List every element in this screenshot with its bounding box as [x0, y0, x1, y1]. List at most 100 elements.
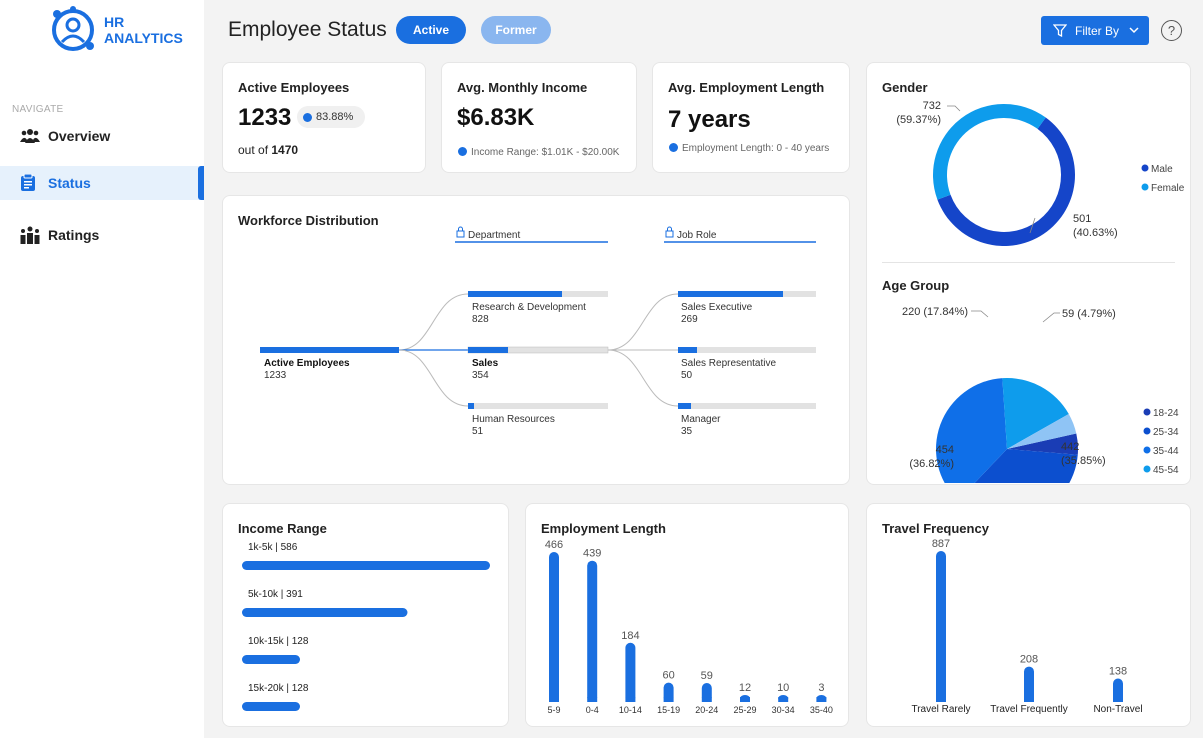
- tree-node-label: Sales Executive: [681, 302, 753, 313]
- legend-label: 35-44: [1153, 446, 1179, 457]
- legend-swatch-male: [1141, 164, 1149, 172]
- help-icon[interactable]: ?: [1161, 20, 1182, 41]
- gender-female-percent: (40.63%): [1073, 227, 1118, 239]
- kpi-card-employment-length: Avg. Employment Length 7 years Employmen…: [652, 62, 850, 173]
- data-label: 184: [621, 630, 639, 642]
- filter-label: Filter By: [1075, 23, 1120, 38]
- age-label: (35.85%): [1061, 455, 1106, 467]
- tree-bar-sales: [468, 347, 508, 353]
- data-label: 208: [1020, 654, 1038, 666]
- tree-bar-track: [468, 403, 608, 409]
- travel-frequency-bar-chart[interactable]: 887 Travel Rarely 208 Travel Frequently 138 N…: [867, 504, 1192, 728]
- tree-bar-hr: [468, 403, 474, 409]
- tree-bar-root: [260, 347, 399, 353]
- tenure-bar-base: [663, 697, 674, 702]
- logo-icon: [52, 6, 94, 51]
- legend-swatch: [1143, 465, 1151, 473]
- travel-bar-base: [936, 697, 946, 702]
- brand-line2: ANALYTICS: [104, 30, 183, 46]
- travel-bar[interactable]: [936, 551, 946, 702]
- tree-node-label: Research & Development: [472, 302, 586, 313]
- employment-length-card: Employment Length 466 5-9 439 0-4 184 10-14 60…: [525, 503, 849, 727]
- status-dot: [669, 143, 678, 152]
- tenure-bar-base: [587, 697, 598, 702]
- status-dot: [303, 112, 312, 122]
- gender-donut-chart[interactable]: 732 (59.37%) 501 (40.63%) Male Female: [867, 63, 1192, 263]
- tenure-bar[interactable]: [625, 642, 636, 702]
- filter-icon: [1053, 24, 1067, 37]
- legend-label-male: Male: [1151, 164, 1173, 175]
- tree-node-label: Sales Representative: [681, 358, 776, 369]
- tree-node-value: 828: [472, 314, 489, 325]
- brand-logo: HR ANALYTICS: [50, 6, 183, 54]
- legend-swatch: [1143, 446, 1151, 454]
- bar-label: 1k-5k | 586: [248, 542, 298, 553]
- percent-badge: 83.88%: [297, 106, 366, 128]
- tree-node-value: 354: [472, 370, 489, 381]
- income-bar[interactable]: [242, 608, 408, 617]
- tree-node-label: Manager: [681, 414, 721, 425]
- nav-item-label: Ratings: [48, 227, 100, 243]
- clipboard-icon: [20, 174, 40, 192]
- kpi-card-monthly-income: Avg. Monthly Income $6.83K Income Range:…: [441, 62, 637, 173]
- income-range-bar-chart[interactable]: 1k-5k | 586 5k-10k | 391 10k-15k | 128 15k-…: [223, 504, 510, 728]
- tenure-bar-base: [740, 697, 750, 702]
- tree-node-label: Human Resources: [472, 414, 555, 425]
- tree-node-label: Sales: [472, 358, 499, 369]
- employment-length-bar-chart[interactable]: 466 5-9 439 0-4 184 10-14 60 15-19 59 20-24 12 25-2…: [526, 504, 850, 728]
- nav-item-label: Overview: [48, 128, 111, 144]
- kpi-note: Income Range: $1.01K - $20.00K: [458, 147, 619, 158]
- filter-button[interactable]: Filter By: [1041, 16, 1149, 45]
- nav-item-status[interactable]: Status: [0, 166, 204, 200]
- age-label: 442: [1061, 441, 1079, 453]
- sidebar: HR ANALYTICS NAVIGATE Overview Status Ra…: [0, 0, 204, 738]
- legend-swatch-female: [1141, 183, 1149, 191]
- tenure-bar-base: [816, 697, 827, 702]
- data-label: 466: [545, 539, 563, 551]
- income-bar[interactable]: [242, 702, 300, 711]
- age-label: 454: [936, 444, 954, 456]
- tenure-bar-base: [778, 697, 789, 702]
- tick-label: 10-14: [619, 705, 642, 715]
- tenure-bar[interactable]: [587, 560, 598, 702]
- former-toggle-button[interactable]: Former: [481, 16, 551, 44]
- decomposition-tree[interactable]: Department Job Role Active Employees 123…: [223, 196, 851, 486]
- chevron-down-icon: [1129, 27, 1139, 34]
- out-of-label: out of: [238, 143, 269, 157]
- donut-slice-female[interactable]: [933, 103, 1046, 200]
- data-label: 3: [818, 682, 824, 694]
- tree-node-value: 50: [681, 370, 693, 381]
- kpi-card-active-employees: Active Employees 1233 83.88% out of 1470: [222, 62, 426, 173]
- percent-value: 83.88%: [316, 111, 354, 123]
- kpi-title: Avg. Employment Length: [668, 80, 825, 95]
- kpi-value: 1233: [238, 104, 292, 131]
- income-bar[interactable]: [242, 561, 490, 570]
- nav-item-overview[interactable]: Overview: [0, 119, 204, 153]
- out-of-value: 1470: [271, 143, 299, 157]
- tenure-bar-base: [701, 697, 712, 702]
- income-bar[interactable]: [242, 655, 300, 664]
- tree-bar-sales-representative: [678, 347, 697, 353]
- active-toggle-button[interactable]: Active: [396, 16, 466, 44]
- age-label: (36.82%): [909, 458, 954, 470]
- income-range-card: Income Range 1k-5k | 586 5k-10k | 391 10k-…: [222, 503, 509, 727]
- age-group-pie-chart[interactable]: 220 (17.84%) 59 (4.79%) 454 (36.82%) 442…: [867, 273, 1192, 483]
- nav-item-label: Status: [48, 175, 91, 191]
- lock-icon: [456, 226, 465, 238]
- tick-label: Travel Rarely: [911, 704, 970, 715]
- tree-bar-manager: [678, 403, 691, 409]
- tick-label: 0-4: [586, 705, 599, 715]
- brand-line1: HR: [104, 14, 125, 30]
- travel-bar[interactable]: [1024, 666, 1034, 702]
- nav-heading: NAVIGATE: [12, 104, 64, 115]
- legend-label: 18-24: [1153, 408, 1179, 419]
- tenure-bar-base: [549, 697, 559, 702]
- lock-icon: [665, 226, 674, 238]
- tenure-bar[interactable]: [549, 552, 559, 702]
- data-label: 887: [932, 538, 950, 550]
- tick-label: Travel Frequently: [990, 704, 1067, 715]
- legend-label: 25-34: [1153, 427, 1179, 438]
- people-icon: [20, 127, 40, 145]
- nav-item-ratings[interactable]: Ratings: [0, 218, 204, 252]
- tree-node-value: 269: [681, 314, 698, 325]
